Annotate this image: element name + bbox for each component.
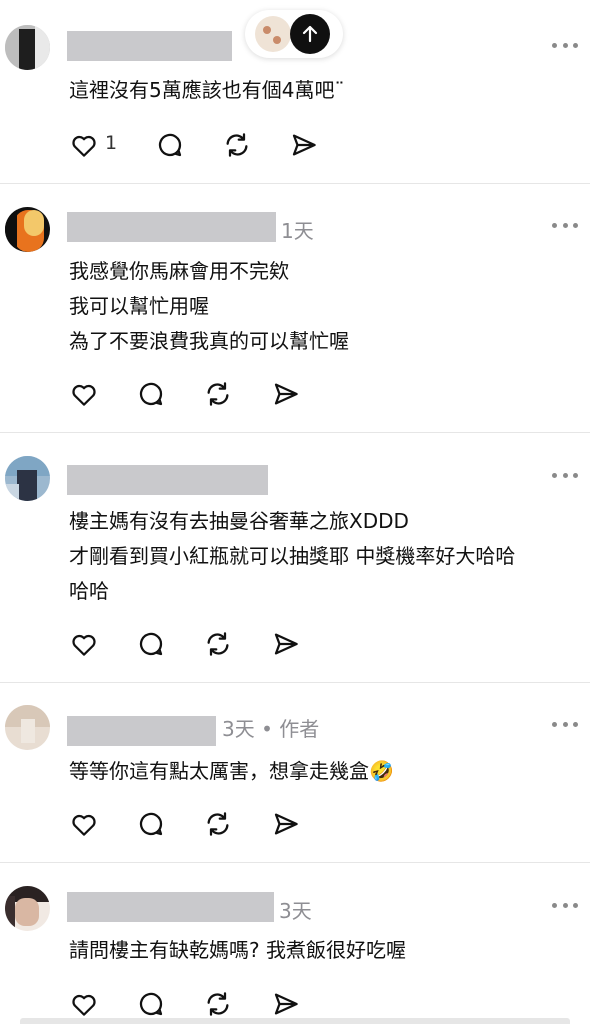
avatar[interactable] bbox=[5, 25, 50, 70]
divider bbox=[0, 862, 590, 863]
more-options-icon[interactable] bbox=[552, 221, 578, 229]
comment-text: 我感覺你馬麻會用不完欸 bbox=[69, 259, 289, 283]
more-options-icon[interactable] bbox=[552, 471, 578, 479]
repost-button[interactable] bbox=[202, 379, 234, 409]
heart-icon bbox=[72, 384, 96, 406]
avatar[interactable] bbox=[5, 207, 50, 252]
like-button[interactable] bbox=[68, 809, 100, 839]
repost-button[interactable] bbox=[202, 809, 234, 839]
avatar bbox=[255, 16, 291, 52]
timestamp-author: 3天 • 作者 bbox=[222, 717, 320, 741]
repost-icon bbox=[226, 133, 248, 157]
avatar[interactable] bbox=[5, 456, 50, 501]
heart-icon bbox=[72, 994, 96, 1016]
comment-text: 這裡沒有5萬應該也有個4萬吧¨ bbox=[69, 78, 345, 102]
like-button[interactable] bbox=[68, 379, 100, 409]
username-redacted[interactable] bbox=[67, 892, 274, 922]
reply-composer-edge[interactable] bbox=[20, 1018, 570, 1024]
divider bbox=[0, 183, 590, 184]
comment-actions bbox=[68, 379, 368, 409]
reply-button[interactable] bbox=[135, 379, 167, 409]
avatar[interactable] bbox=[5, 705, 50, 750]
share-button[interactable] bbox=[270, 629, 302, 659]
avatar[interactable] bbox=[5, 886, 50, 931]
reply-button[interactable] bbox=[154, 130, 186, 160]
arrow-up-icon bbox=[302, 25, 318, 43]
repost-icon bbox=[207, 992, 229, 1016]
send-icon bbox=[274, 383, 298, 405]
share-button[interactable] bbox=[288, 130, 320, 160]
send-icon bbox=[274, 993, 298, 1015]
repost-button[interactable] bbox=[202, 629, 234, 659]
comment-icon bbox=[139, 632, 163, 656]
divider bbox=[0, 432, 590, 433]
comment-icon bbox=[139, 992, 163, 1016]
comment-actions bbox=[68, 629, 368, 659]
like-count: 1 bbox=[105, 132, 118, 154]
repost-icon bbox=[207, 812, 229, 836]
comment-text: 請問樓主有缺乾媽嗎? 我煮飯很好吃喔 bbox=[69, 938, 406, 962]
comment-icon bbox=[139, 812, 163, 836]
repost-button[interactable] bbox=[221, 130, 253, 160]
more-options-icon[interactable] bbox=[552, 720, 578, 728]
timestamp: 1天 bbox=[281, 219, 314, 243]
comment-icon bbox=[158, 133, 182, 157]
scroll-to-top-pill[interactable] bbox=[245, 10, 343, 58]
more-options-icon[interactable] bbox=[552, 901, 578, 909]
like-button[interactable] bbox=[68, 989, 100, 1019]
heart-icon bbox=[72, 814, 96, 836]
like-button[interactable] bbox=[68, 130, 100, 160]
timestamp: 3天 bbox=[279, 899, 312, 923]
heart-icon bbox=[72, 634, 96, 656]
comment-text: 才剛看到買小紅瓶就可以抽獎耶 中獎機率好大哈哈 bbox=[69, 544, 516, 568]
reply-button[interactable] bbox=[135, 809, 167, 839]
more-options-icon[interactable] bbox=[552, 41, 578, 49]
comment-text: 我可以幫忙用喔 bbox=[69, 294, 209, 318]
repost-button[interactable] bbox=[202, 989, 234, 1019]
like-button[interactable] bbox=[68, 629, 100, 659]
comment-actions bbox=[68, 809, 368, 839]
repost-icon bbox=[207, 632, 229, 656]
username-redacted[interactable] bbox=[67, 465, 268, 495]
send-icon bbox=[274, 813, 298, 835]
share-button[interactable] bbox=[270, 989, 302, 1019]
send-icon bbox=[274, 633, 298, 655]
reply-button[interactable] bbox=[135, 989, 167, 1019]
username-redacted[interactable] bbox=[67, 31, 232, 61]
comment-icon bbox=[139, 382, 163, 406]
scroll-to-top-button[interactable] bbox=[290, 14, 330, 54]
share-button[interactable] bbox=[270, 379, 302, 409]
username-redacted[interactable] bbox=[67, 716, 216, 746]
comment-actions bbox=[68, 989, 368, 1019]
comment-text: 為了不要浪費我真的可以幫忙喔 bbox=[69, 329, 349, 353]
comment-text: 等等你這有點太厲害，想拿走幾盒🤣 bbox=[69, 759, 394, 783]
share-button[interactable] bbox=[270, 809, 302, 839]
username-redacted[interactable] bbox=[67, 212, 276, 242]
send-icon bbox=[292, 134, 316, 156]
repost-icon bbox=[207, 382, 229, 406]
heart-icon bbox=[72, 135, 96, 157]
comment-text: 哈哈 bbox=[69, 579, 109, 603]
comment-actions: 1 bbox=[68, 130, 368, 160]
reply-button[interactable] bbox=[135, 629, 167, 659]
divider bbox=[0, 682, 590, 683]
comment-text: 樓主媽有沒有去抽曼谷奢華之旅XDDD bbox=[69, 509, 409, 533]
